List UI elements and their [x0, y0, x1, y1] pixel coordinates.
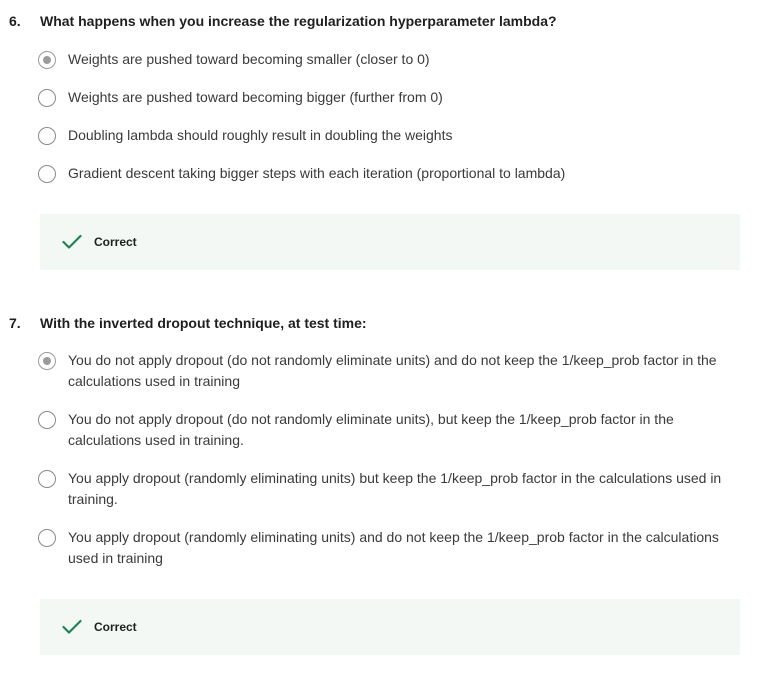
option-label: You apply dropout (randomly eliminating …	[68, 470, 722, 507]
question-6-option-2[interactable]: Weights are pushed toward becoming bigge…	[38, 89, 738, 108]
radio-button[interactable]	[38, 127, 56, 145]
option-label: You do not apply dropout (do not randoml…	[68, 411, 674, 448]
question-7-option-2[interactable]: You do not apply dropout (do not randoml…	[38, 411, 738, 451]
radio-button[interactable]	[38, 165, 56, 183]
question-7-option-1[interactable]: You do not apply dropout (do not randoml…	[38, 352, 738, 392]
feedback-label: Correct	[94, 620, 137, 634]
question-6-option-4[interactable]: Gradient descent taking bigger steps wit…	[38, 165, 738, 184]
option-label: Gradient descent taking bigger steps wit…	[68, 165, 566, 181]
question-6-text: What happens when you increase the regul…	[40, 13, 557, 29]
radio-button[interactable]	[38, 89, 56, 107]
radio-button-selected[interactable]	[38, 51, 56, 69]
question-7-number: 7.	[9, 315, 21, 331]
radio-button-selected[interactable]	[38, 352, 56, 370]
question-7-option-3[interactable]: You apply dropout (randomly eliminating …	[38, 470, 738, 510]
radio-button[interactable]	[38, 411, 56, 429]
radio-button[interactable]	[38, 529, 56, 547]
question-7-text: With the inverted dropout technique, at …	[40, 315, 367, 331]
question-6-feedback: Correct	[40, 214, 740, 270]
checkmark-icon	[62, 619, 82, 634]
radio-button[interactable]	[38, 470, 56, 488]
question-6-option-1[interactable]: Weights are pushed toward becoming small…	[38, 51, 738, 70]
option-label: Doubling lambda should roughly result in…	[68, 127, 453, 143]
option-label: You do not apply dropout (do not randoml…	[68, 352, 717, 389]
feedback-label: Correct	[94, 235, 137, 249]
question-7-feedback: Correct	[40, 599, 740, 655]
option-label: Weights are pushed toward becoming small…	[68, 51, 430, 67]
question-6-option-3[interactable]: Doubling lambda should roughly result in…	[38, 127, 738, 146]
question-7-option-4[interactable]: You apply dropout (randomly eliminating …	[38, 529, 738, 569]
option-label: You apply dropout (randomly eliminating …	[68, 529, 719, 566]
option-label: Weights are pushed toward becoming bigge…	[68, 89, 443, 105]
checkmark-icon	[62, 234, 82, 249]
question-6-number: 6.	[9, 13, 21, 29]
